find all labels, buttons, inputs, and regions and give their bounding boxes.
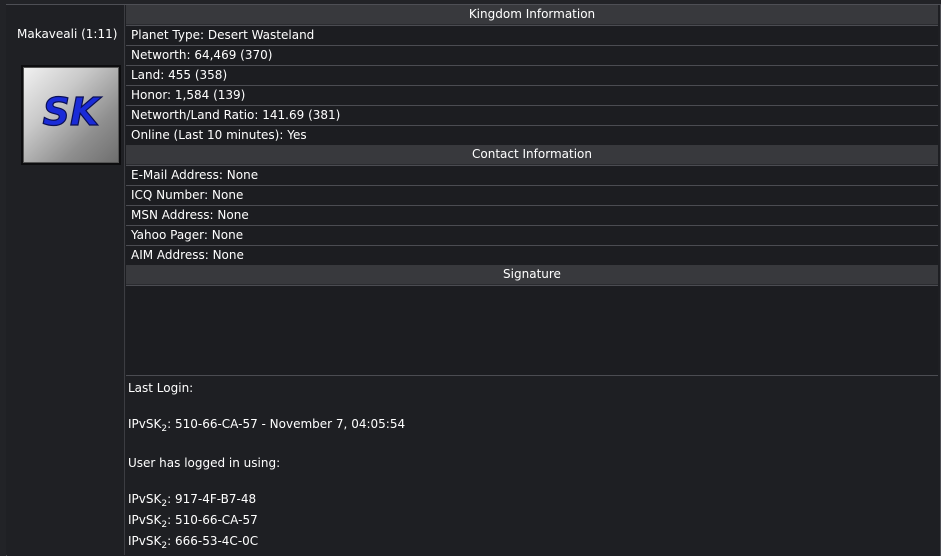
used-ip-entry: IPvSK2: 917-4F-B7-48 (128, 492, 257, 509)
kingdom-info-value: 64,469 (370) (194, 48, 273, 62)
contact-info-value: None (217, 208, 249, 222)
used-ips-label: User has logged in using: (128, 456, 281, 470)
kingdom-info-value: 141.69 (381) (262, 108, 341, 122)
kingdom-info-label: Networth/Land Ratio: (131, 108, 259, 122)
kingdom-info-label: Online (Last 10 minutes): (131, 128, 284, 142)
ip-prefix: IPvSK (128, 513, 162, 527)
contact-info-list: E-Mail Address: None ICQ Number: None MSN … (126, 165, 938, 265)
last-login-value: : 510-66-CA-57 - November 7, 04:05:54 (167, 417, 406, 431)
kingdom-info-header: Kingdom Information (126, 5, 938, 25)
kingdom-info-label: Honor: (131, 88, 172, 102)
kingdom-info-list: Planet Type: Desert Wasteland Networth: 6… (126, 25, 938, 145)
contact-info-label: E-Mail Address: (131, 168, 223, 182)
kingdom-info-row: Online (Last 10 minutes): Yes (126, 125, 938, 145)
avatar-logo-icon: SK (42, 89, 103, 134)
used-ip-value: : 510-66-CA-57 (167, 513, 258, 527)
last-login-label: Last Login: (128, 381, 194, 395)
contact-info-value: None (212, 188, 244, 202)
ip-prefix: IPvSK (128, 534, 162, 548)
kingdom-info-row: Land: 455 (358) (126, 65, 938, 85)
kingdom-info-row: Networth: 64,469 (370) (126, 45, 938, 65)
used-ip-entry: IPvSK2: 510-66-CA-57 (128, 513, 258, 530)
avatar-logo-text: SK (43, 90, 102, 134)
kingdom-info-value: Yes (287, 128, 307, 142)
ip-prefix: IPvSK (128, 417, 162, 431)
player-avatar: SK (21, 65, 121, 165)
info-panel: Kingdom Information Planet Type: Desert … (126, 5, 938, 376)
contact-info-value: None (212, 248, 244, 262)
contact-info-label: Yahoo Pager: (131, 228, 208, 242)
contact-info-row: E-Mail Address: None (126, 165, 938, 185)
contact-info-row: Yahoo Pager: None (126, 225, 938, 245)
kingdom-info-row: Honor: 1,584 (139) (126, 85, 938, 105)
kingdom-info-label: Land: (131, 68, 165, 82)
kingdom-info-row: Planet Type: Desert Wasteland (126, 25, 938, 45)
kingdom-info-value: 455 (358) (168, 68, 228, 82)
signature-box (126, 285, 938, 376)
kingdom-info-label: Planet Type: (131, 28, 205, 42)
contact-info-row: ICQ Number: None (126, 185, 938, 205)
used-ip-entry: IPvSK2: 666-53-4C-0C (128, 534, 259, 551)
player-panel: Makaveali (1:11) SK (6, 5, 125, 555)
contact-info-row: MSN Address: None (126, 205, 938, 225)
kingdom-info-value: 1,584 (139) (174, 88, 246, 102)
used-ip-value: : 666-53-4C-0C (167, 534, 259, 548)
kingdom-info-value: Desert Wasteland (207, 28, 315, 42)
contact-info-row: AIM Address: None (126, 245, 938, 265)
last-login-entry: IPvSK2: 510-66-CA-57 - November 7, 04:05… (128, 417, 406, 434)
contact-info-header: Contact Information (126, 145, 938, 165)
contact-info-value: None (211, 228, 244, 242)
ip-prefix: IPvSK (128, 492, 162, 506)
contact-info-label: AIM Address: (131, 248, 209, 262)
contact-info-label: MSN Address: (131, 208, 214, 222)
signature-header: Signature (126, 265, 938, 285)
used-ip-value: : 917-4F-B7-48 (167, 492, 257, 506)
kingdom-info-row: Networth/Land Ratio: 141.69 (381) (126, 105, 938, 125)
contact-info-label: ICQ Number: (131, 188, 209, 202)
player-name: Makaveali (1:11) (17, 27, 118, 41)
kingdom-info-label: Networth: (131, 48, 191, 62)
contact-info-value: None (226, 168, 259, 182)
